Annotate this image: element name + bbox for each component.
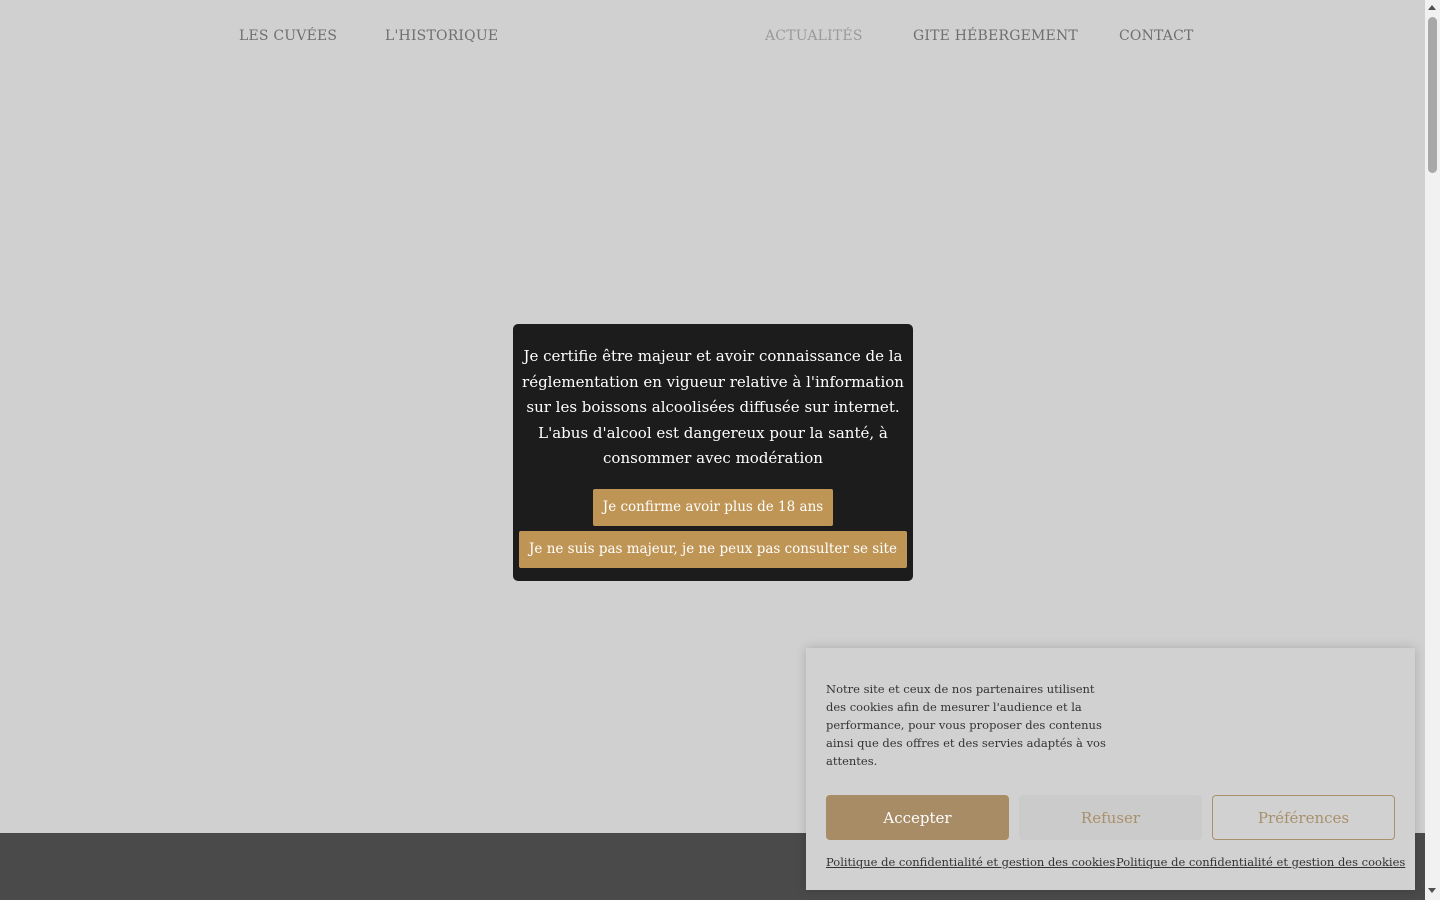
- age-verification-message: Je certifie être majeur et avoir connais…: [522, 347, 904, 467]
- page-background: LES CUVÉES L'HISTORIQUE ACTUALITÉS GITE …: [0, 0, 1425, 900]
- deny-age-button[interactable]: Je ne suis pas majeur, je ne peux pas co…: [519, 530, 907, 568]
- scroll-down-icon[interactable]: [1428, 888, 1436, 893]
- nav-item-les-cuvees[interactable]: LES CUVÉES: [239, 28, 337, 44]
- nav-item-contact[interactable]: CONTACT: [1119, 28, 1194, 44]
- nav-item-gite-hebergement[interactable]: GITE HÉBERGEMENT: [913, 28, 1078, 44]
- cookie-preferences-button[interactable]: Préférences: [1212, 795, 1395, 840]
- nav-item-actualites[interactable]: ACTUALITÉS: [765, 28, 863, 44]
- confirm-age-button[interactable]: Je confirme avoir plus de 18 ans: [592, 488, 834, 526]
- scroll-up-icon[interactable]: [1428, 5, 1436, 10]
- nav-item-historique[interactable]: L'HISTORIQUE: [385, 28, 498, 44]
- cookie-banner: Notre site et ceux de nos partenaires ut…: [806, 648, 1415, 890]
- cookie-refuse-button[interactable]: Refuser: [1019, 795, 1202, 840]
- scrollbar-thumb[interactable]: [1428, 17, 1437, 173]
- cookie-message: Notre site et ceux de nos partenaires ut…: [826, 682, 1106, 768]
- privacy-policy-link-secondary[interactable]: Politique de confidentialité et gestion …: [1116, 855, 1405, 869]
- cookie-accept-button[interactable]: Accepter: [826, 795, 1009, 840]
- vertical-scrollbar[interactable]: [1425, 0, 1440, 900]
- age-verification-modal: Je certifie être majeur et avoir connais…: [513, 324, 913, 581]
- privacy-policy-link[interactable]: Politique de confidentialité et gestion …: [826, 855, 1115, 869]
